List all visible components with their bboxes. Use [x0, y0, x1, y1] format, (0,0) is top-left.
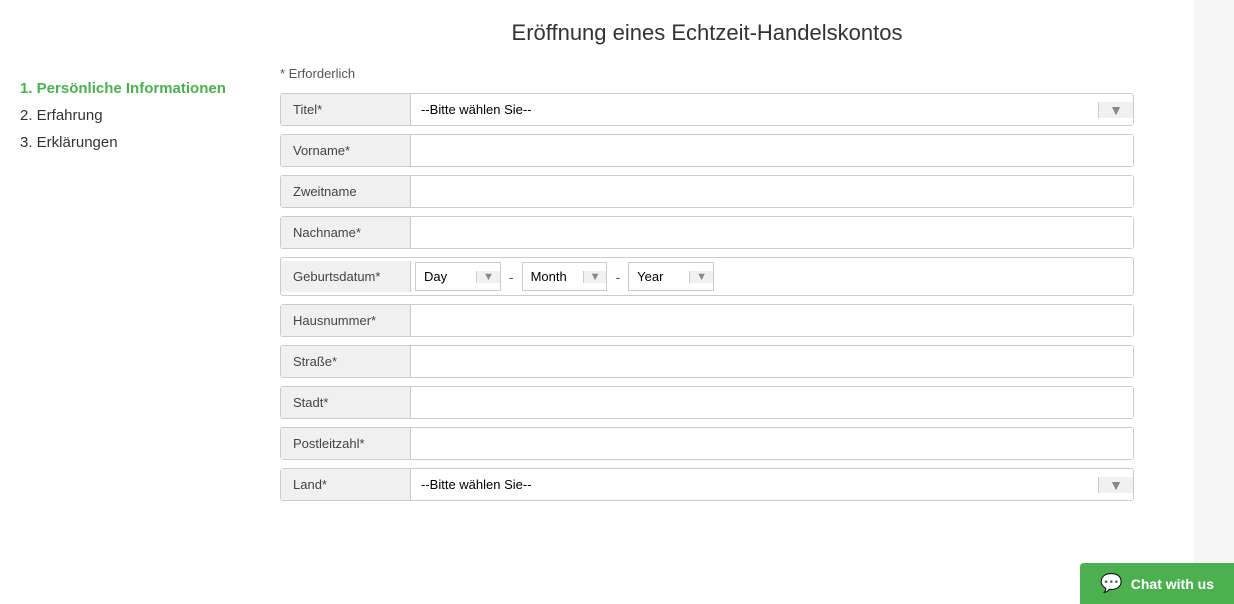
zweitname-row: Zweitname	[280, 175, 1134, 208]
nachname-label: Nachname*	[281, 217, 411, 248]
postleitzahl-row: Postleitzahl*	[280, 427, 1134, 460]
strasse-row: Straße*	[280, 345, 1134, 378]
land-arrow-icon: ▼	[1098, 477, 1133, 493]
stadt-input[interactable]	[411, 387, 1133, 418]
sidebar: 1. Persönliche Informationen 2. Erfahrun…	[0, 0, 260, 604]
land-row: Land* --Bitte wählen Sie-- Deutschland Ö…	[280, 468, 1134, 501]
sidebar-item-experience[interactable]: 2. Erfahrung	[20, 107, 240, 124]
dob-sep-1: -	[505, 269, 518, 285]
dob-row: Geburtsdatum* Day ▼ - Month ▼ -	[280, 257, 1134, 296]
postleitzahl-label: Postleitzahl*	[281, 428, 411, 459]
nachname-input[interactable]	[411, 217, 1133, 248]
dob-label: Geburtsdatum*	[281, 261, 411, 292]
dob-day-select[interactable]: Day	[416, 263, 476, 290]
land-select-wrapper: --Bitte wählen Sie-- Deutschland Österre…	[411, 469, 1133, 500]
main-content: Eröffnung eines Echtzeit-Handelskontos *…	[260, 0, 1194, 604]
page-title: Eröffnung eines Echtzeit-Handelskontos	[280, 20, 1134, 46]
titel-row: Titel* --Bitte wählen Sie-- Herr Frau ▼	[280, 93, 1134, 126]
sidebar-item-declarations[interactable]: 3. Erklärungen	[20, 134, 240, 151]
strasse-label: Straße*	[281, 346, 411, 377]
vorname-row: Vorname*	[280, 134, 1134, 167]
dob-month-arrow-icon: ▼	[583, 271, 607, 283]
dob-year-arrow-icon: ▼	[689, 271, 713, 283]
titel-select[interactable]: --Bitte wählen Sie-- Herr Frau	[411, 94, 1098, 125]
titel-label: Titel*	[281, 94, 411, 125]
nachname-row: Nachname*	[280, 216, 1134, 249]
strasse-input[interactable]	[411, 346, 1133, 377]
chat-label: Chat with us	[1131, 576, 1214, 592]
titel-select-wrapper: --Bitte wählen Sie-- Herr Frau ▼	[411, 94, 1133, 125]
dob-year-select[interactable]: Year	[629, 263, 689, 290]
stadt-row: Stadt*	[280, 386, 1134, 419]
hausnummer-label: Hausnummer*	[281, 305, 411, 336]
postleitzahl-input[interactable]	[411, 428, 1133, 459]
dob-select-group: Day ▼ - Month ▼ - Year ▼	[411, 258, 1133, 295]
vorname-input[interactable]	[411, 135, 1133, 166]
sidebar-item-personal[interactable]: 1. Persönliche Informationen	[20, 80, 240, 97]
required-note: * Erforderlich	[280, 66, 1134, 81]
stadt-label: Stadt*	[281, 387, 411, 418]
land-select[interactable]: --Bitte wählen Sie-- Deutschland Österre…	[411, 469, 1098, 500]
dob-month-wrap: Month ▼	[522, 262, 608, 291]
dob-day-arrow-icon: ▼	[476, 271, 500, 283]
dob-sep-2: -	[611, 269, 624, 285]
right-divider	[1194, 0, 1234, 604]
hausnummer-input[interactable]	[411, 305, 1133, 336]
land-label: Land*	[281, 469, 411, 500]
hausnummer-row: Hausnummer*	[280, 304, 1134, 337]
titel-arrow-icon: ▼	[1098, 102, 1133, 118]
dob-day-wrap: Day ▼	[415, 262, 501, 291]
zweitname-input[interactable]	[411, 176, 1133, 207]
chat-icon: 💬	[1100, 573, 1122, 594]
chat-button[interactable]: 💬 Chat with us	[1080, 563, 1234, 604]
zweitname-label: Zweitname	[281, 176, 411, 207]
vorname-label: Vorname*	[281, 135, 411, 166]
dob-month-select[interactable]: Month	[523, 263, 583, 290]
dob-year-wrap: Year ▼	[628, 262, 714, 291]
